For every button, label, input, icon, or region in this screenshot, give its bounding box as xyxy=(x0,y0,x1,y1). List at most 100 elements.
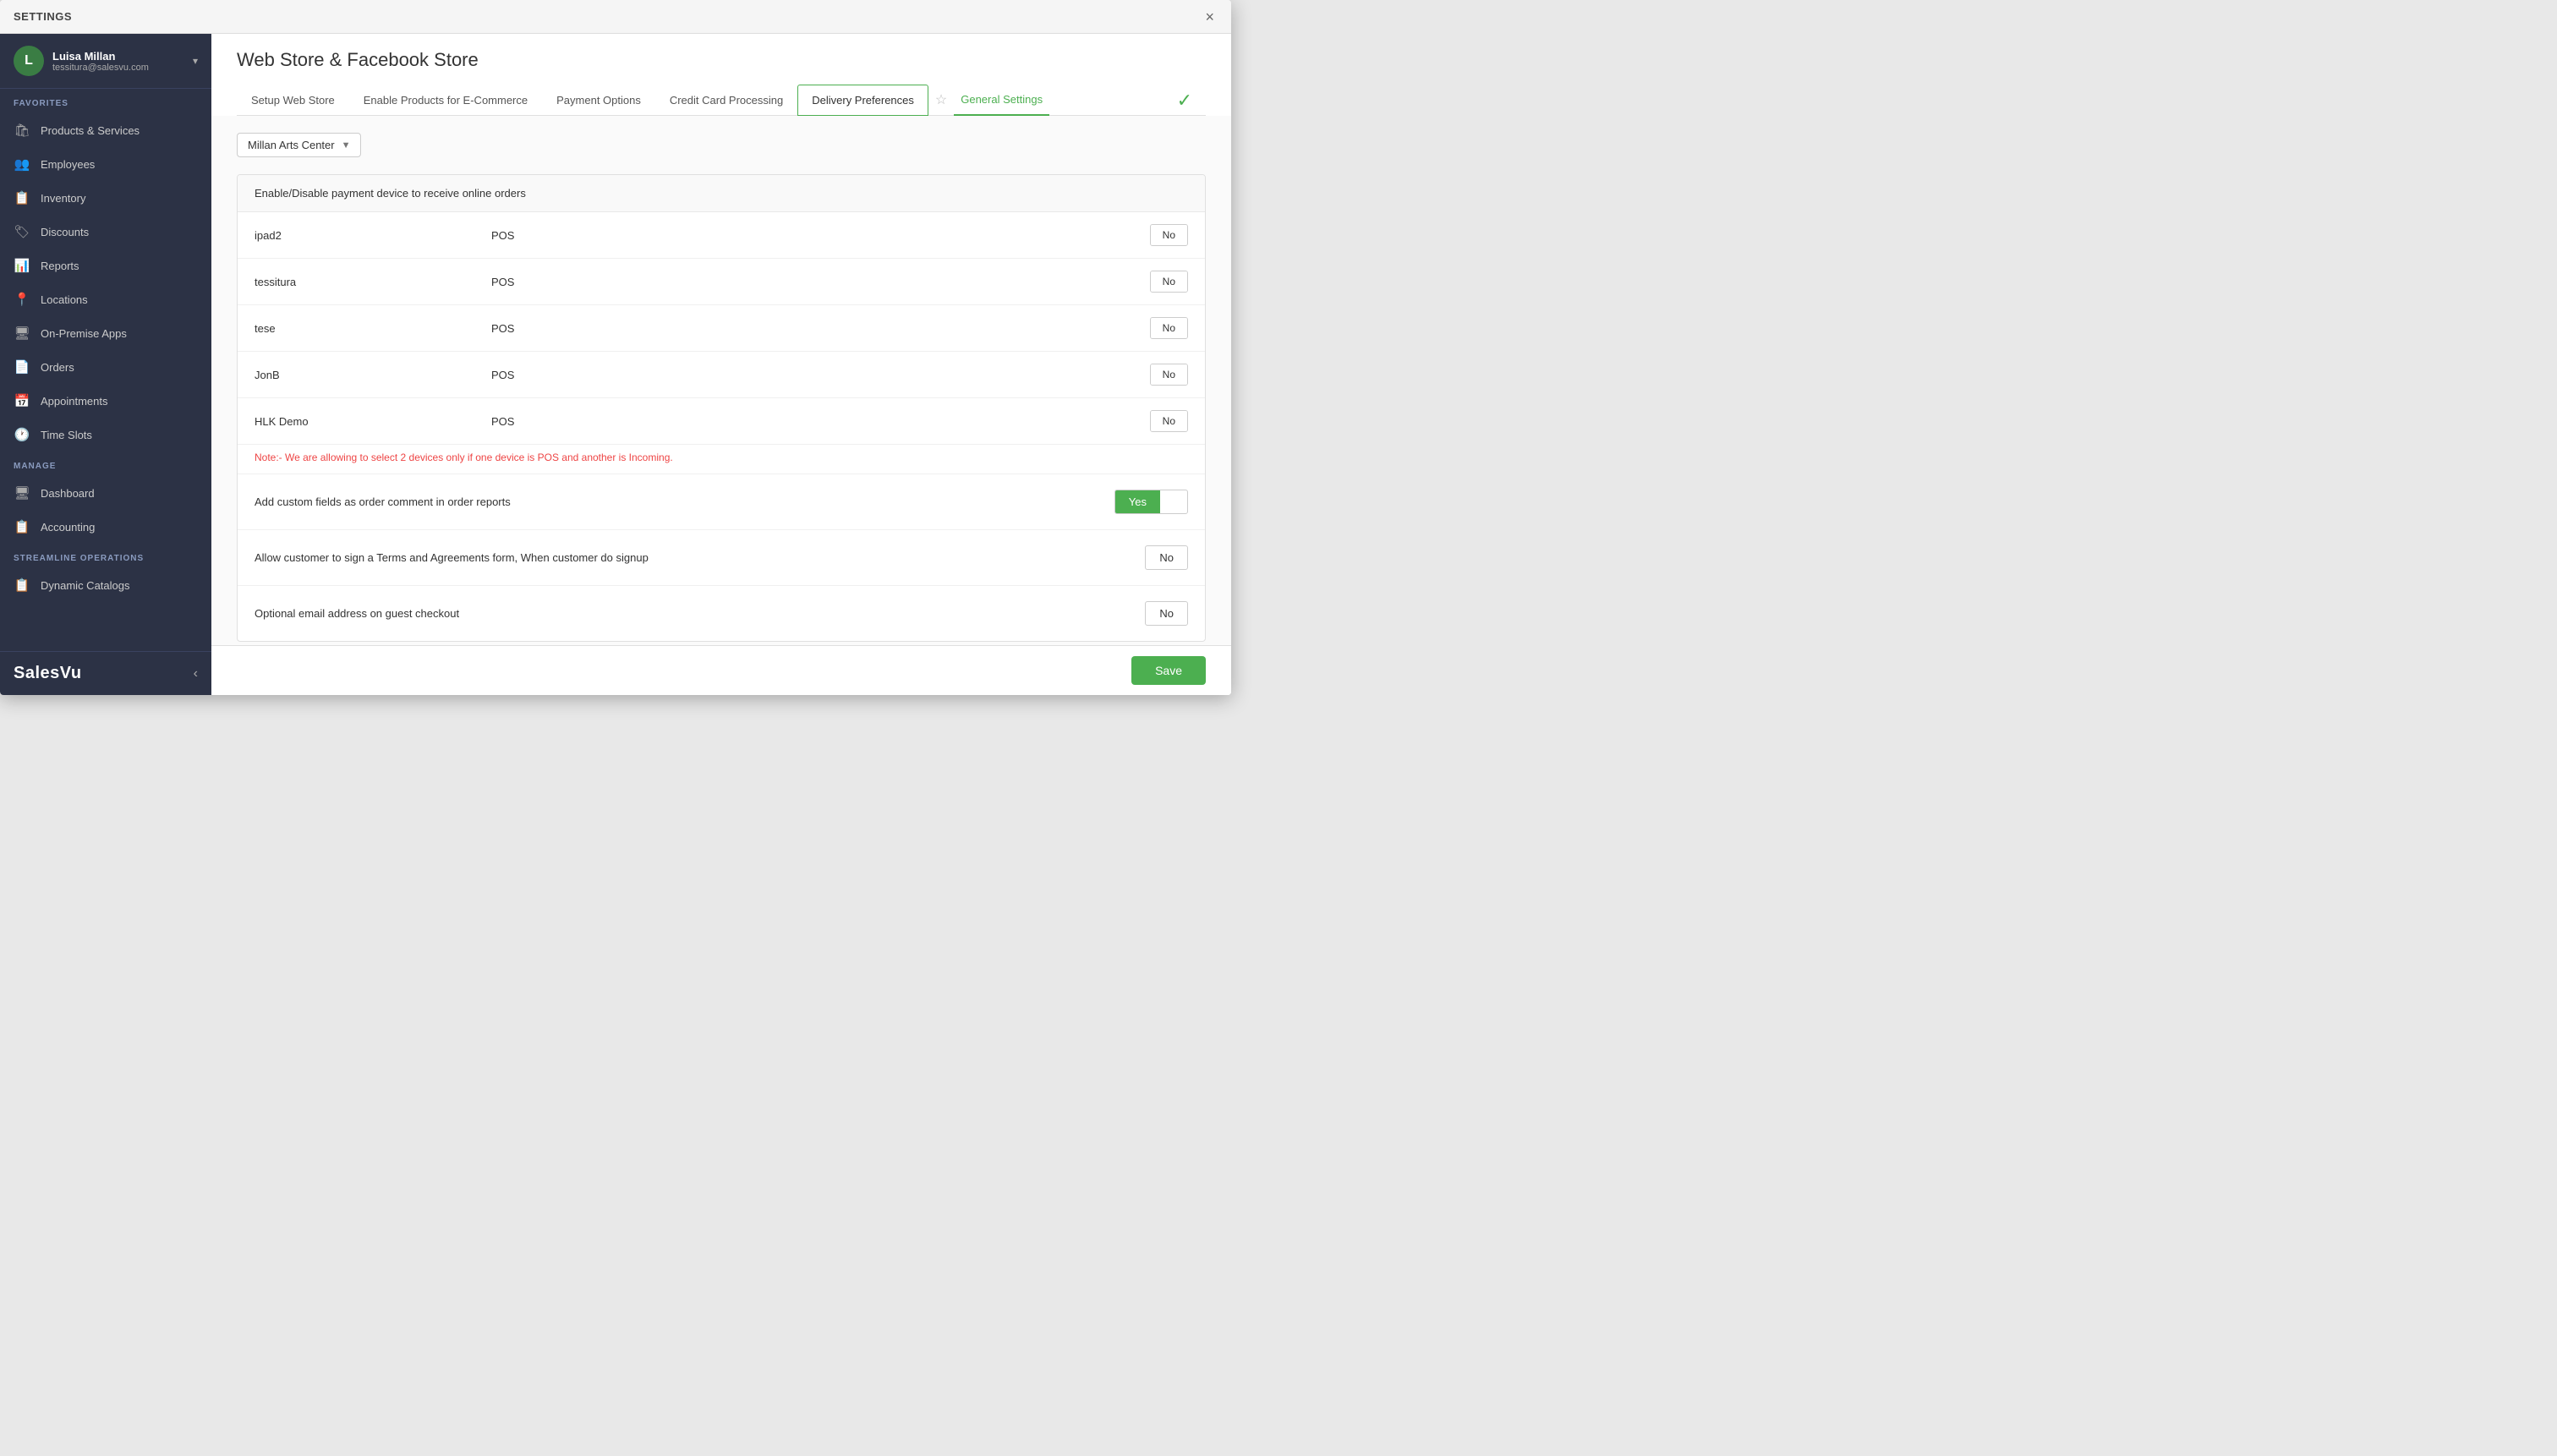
sidebar-item-dashboard[interactable]: 🖥 Dashboard xyxy=(0,476,211,510)
modal-title: SETTINGS xyxy=(14,10,72,23)
sidebar-item-label: Locations xyxy=(41,293,88,306)
device-row: HLK Demo POS No xyxy=(238,398,1205,445)
star-icon[interactable]: ☆ xyxy=(932,85,950,115)
section-header: Enable/Disable payment device to receive… xyxy=(238,175,1205,212)
device-type: POS xyxy=(491,369,1150,381)
content-body: Millan Arts Center ▼ Enable/Disable paym… xyxy=(211,116,1231,645)
appointments-icon: 📅 xyxy=(14,392,30,409)
device-type: POS xyxy=(491,229,1150,242)
settings-modal: SETTINGS × L Luisa Millan tessitura@sale… xyxy=(0,0,1231,695)
sidebar-item-label: On-Premise Apps xyxy=(41,327,127,340)
tab-enable-products[interactable]: Enable Products for E-Commerce xyxy=(349,85,542,116)
avatar: L xyxy=(14,46,44,76)
orders-icon: 📄 xyxy=(14,359,30,375)
device-toggle[interactable]: No xyxy=(1150,271,1188,293)
user-email: tessitura@salesvu.com xyxy=(52,63,193,73)
time-slots-icon: 🕐 xyxy=(14,426,30,443)
toggle-no-button[interactable]: No xyxy=(1151,364,1187,385)
salesvu-logo: SalesVu xyxy=(14,664,82,683)
manage-section-label: MANAGE xyxy=(0,452,211,476)
sidebar-item-label: Products & Services xyxy=(41,124,140,137)
device-name: tessitura xyxy=(255,276,491,288)
streamline-section-label: STREAMLINE OPERATIONS xyxy=(0,544,211,568)
sidebar-item-label: Employees xyxy=(41,158,95,171)
sidebar-item-appointments[interactable]: 📅 Appointments xyxy=(0,384,211,418)
sidebar-item-employees[interactable]: 👥 Employees xyxy=(0,147,211,181)
tab-delivery-preferences[interactable]: Delivery Preferences xyxy=(797,85,928,116)
sidebar-item-label: Dashboard xyxy=(41,487,95,500)
email-toggle-button[interactable]: No xyxy=(1145,601,1188,626)
dashboard-icon: 🖥 xyxy=(14,484,30,501)
main-content: Web Store & Facebook Store Setup Web Sto… xyxy=(211,34,1231,695)
modal-close-button[interactable]: × xyxy=(1202,9,1218,25)
modal-body: L Luisa Millan tessitura@salesvu.com ▾ F… xyxy=(0,34,1231,695)
sidebar: L Luisa Millan tessitura@salesvu.com ▾ F… xyxy=(0,34,211,695)
device-toggle[interactable]: No xyxy=(1150,364,1188,386)
settings-row-email: Optional email address on guest checkout… xyxy=(238,585,1205,641)
save-button[interactable]: Save xyxy=(1131,656,1206,685)
toggle-no-button[interactable] xyxy=(1160,497,1187,507)
locations-icon: 📍 xyxy=(14,291,30,308)
settings-row-label: Add custom fields as order comment in or… xyxy=(255,495,1114,508)
employees-icon: 👥 xyxy=(14,156,30,172)
sidebar-item-products[interactable]: 🛍 Products & Services xyxy=(0,113,211,147)
sidebar-collapse-button[interactable]: ‹ xyxy=(194,666,198,681)
sidebar-item-label: Dynamic Catalogs xyxy=(41,579,130,592)
sidebar-item-time-slots[interactable]: 🕐 Time Slots xyxy=(0,418,211,452)
content-header: Web Store & Facebook Store Setup Web Sto… xyxy=(211,34,1231,116)
sidebar-item-label: Inventory xyxy=(41,192,85,205)
sidebar-footer: SalesVu ‹ xyxy=(0,651,211,695)
accounting-icon: 📋 xyxy=(14,518,30,535)
page-title: Web Store & Facebook Store xyxy=(237,49,1206,71)
check-circle-icon: ✓ xyxy=(1177,90,1192,112)
device-toggle[interactable]: No xyxy=(1150,224,1188,246)
sidebar-item-locations[interactable]: 📍 Locations xyxy=(0,282,211,316)
user-info: Luisa Millan tessitura@salesvu.com xyxy=(52,50,193,73)
location-dropdown[interactable]: Millan Arts Center ▼ xyxy=(237,133,361,157)
device-toggle[interactable]: No xyxy=(1150,317,1188,339)
device-type: POS xyxy=(491,276,1150,288)
device-name: tese xyxy=(255,322,491,335)
sidebar-item-inventory[interactable]: 📋 Inventory xyxy=(0,181,211,215)
device-toggle[interactable]: No xyxy=(1150,410,1188,432)
sidebar-item-discounts[interactable]: 🏷 Discounts xyxy=(0,215,211,249)
dynamic-catalogs-icon: 📋 xyxy=(14,577,30,594)
sidebar-item-orders[interactable]: 📄 Orders xyxy=(0,350,211,384)
sidebar-item-label: Orders xyxy=(41,361,74,374)
tab-credit-card[interactable]: Credit Card Processing xyxy=(655,85,797,116)
reports-icon: 📊 xyxy=(14,257,30,274)
save-bar: Save xyxy=(211,645,1231,695)
device-note: Note:- We are allowing to select 2 devic… xyxy=(238,445,1205,473)
settings-row-label: Optional email address on guest checkout xyxy=(255,607,1145,620)
device-row: JonB POS No xyxy=(238,352,1205,398)
tab-general-settings[interactable]: General Settings xyxy=(954,85,1049,116)
settings-row-label: Allow customer to sign a Terms and Agree… xyxy=(255,551,1145,564)
settings-row-custom-fields: Add custom fields as order comment in or… xyxy=(238,473,1205,529)
device-name: JonB xyxy=(255,369,491,381)
device-row: ipad2 POS No xyxy=(238,212,1205,259)
toggle-no-button[interactable]: No xyxy=(1151,225,1187,245)
discounts-icon: 🏷 xyxy=(14,223,30,240)
user-name: Luisa Millan xyxy=(52,50,193,63)
products-icon: 🛍 xyxy=(14,122,30,139)
sidebar-user[interactable]: L Luisa Millan tessitura@salesvu.com ▾ xyxy=(0,34,211,89)
sidebar-item-reports[interactable]: 📊 Reports xyxy=(0,249,211,282)
tab-setup-web-store[interactable]: Setup Web Store xyxy=(237,85,349,116)
device-name: ipad2 xyxy=(255,229,491,242)
tabs-row: Setup Web Store Enable Products for E-Co… xyxy=(237,85,1206,116)
device-type: POS xyxy=(491,322,1150,335)
sidebar-item-label: Appointments xyxy=(41,395,108,408)
device-type: POS xyxy=(491,415,1150,428)
tab-payment-options[interactable]: Payment Options xyxy=(542,85,655,116)
custom-fields-toggle[interactable]: Yes xyxy=(1114,490,1188,514)
sidebar-item-label: Accounting xyxy=(41,521,95,534)
sidebar-item-accounting[interactable]: 📋 Accounting xyxy=(0,510,211,544)
toggle-yes-button[interactable]: Yes xyxy=(1115,490,1160,513)
toggle-no-button[interactable]: No xyxy=(1151,271,1187,292)
terms-toggle-button[interactable]: No xyxy=(1145,545,1188,570)
sidebar-item-dynamic-catalogs[interactable]: 📋 Dynamic Catalogs xyxy=(0,568,211,602)
sidebar-item-on-premise-apps[interactable]: 🖥 On-Premise Apps xyxy=(0,316,211,350)
toggle-no-button[interactable]: No xyxy=(1151,411,1187,431)
device-name: HLK Demo xyxy=(255,415,491,428)
toggle-no-button[interactable]: No xyxy=(1151,318,1187,338)
